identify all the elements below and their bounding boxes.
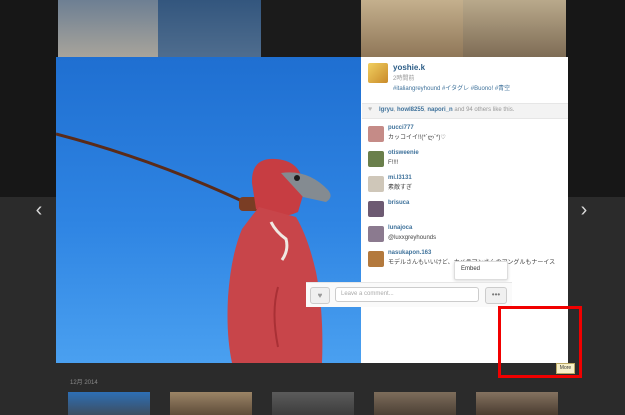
comment-footer: ♥ Leave a comment... ••• (306, 282, 512, 307)
grid-date-label: 12月 2014 (70, 380, 98, 386)
comment: brisuca (362, 198, 568, 223)
grid-thumbnail[interactable] (170, 392, 252, 415)
comment-text: @luxxgreyhounds (388, 235, 437, 241)
embed-menu-item[interactable]: Embed (461, 266, 480, 272)
comment: pucci777 カッコイイ!!(*´ლ`*)♡ (362, 123, 568, 148)
embed-menu: Embed (454, 261, 508, 280)
like-button[interactable]: ♥ (310, 287, 330, 304)
more-options-button[interactable]: ••• (485, 287, 507, 304)
comment-list: pucci777 カッコイイ!!(*´ლ`*)♡ otisweenie F!!!… (362, 123, 568, 273)
post-hashtags[interactable]: #italiangreyhound #イタグレ #Buono! #青空 (393, 83, 510, 92)
comment-input[interactable]: Leave a comment... (335, 287, 479, 302)
comment-text: カッコイイ!!(*´ლ`*)♡ (388, 135, 446, 141)
post-photo (56, 57, 361, 363)
thumbnail[interactable] (361, 0, 463, 57)
comment: otisweenie F!!!! (362, 148, 568, 173)
avatar[interactable] (368, 126, 384, 142)
thumbnail[interactable] (261, 0, 361, 57)
heart-icon: ♥ (317, 291, 323, 300)
comment: lunajoca @luxxgreyhounds (362, 223, 568, 248)
thumbnail[interactable] (463, 0, 566, 57)
grid-thumbnail[interactable] (68, 392, 150, 415)
heart-icon: ♥ (368, 106, 373, 113)
liker-link[interactable]: lgryu (379, 107, 394, 113)
thumbnail[interactable] (158, 0, 261, 57)
grid-thumbnail[interactable] (476, 392, 558, 415)
post-timestamp: 2時間前 (393, 76, 415, 82)
comment-text: 素敵すぎ (388, 185, 413, 191)
avatar[interactable] (368, 226, 384, 242)
likes-bar: ♥ lgryu, howl8255, napori_n and 94 other… (362, 103, 568, 119)
next-arrow-icon[interactable]: › (573, 198, 595, 222)
comment-username[interactable]: mi.l3131 (388, 175, 412, 181)
post-username[interactable]: yoshie.k (393, 63, 425, 72)
likes-text: lgryu, howl8255, napori_n and 94 others … (379, 107, 515, 113)
comment-username[interactable]: brisuca (388, 200, 409, 206)
grid-thumbnail[interactable] (272, 392, 354, 415)
avatar[interactable] (368, 151, 384, 167)
thumbnail-strip (58, 0, 566, 57)
post-header: yoshie.k 2時間前 #italiangreyhound #イタグレ #B… (362, 57, 568, 97)
comment: mi.l3131 素敵すぎ (362, 173, 568, 198)
liker-link[interactable]: napori_n (427, 107, 452, 113)
avatar[interactable] (368, 63, 388, 83)
previous-arrow-icon[interactable]: ‹ (28, 198, 50, 222)
thumbnail[interactable] (58, 0, 158, 57)
comment-username[interactable]: otisweenie (388, 150, 419, 156)
dog-in-red-hoodie-image (56, 132, 331, 363)
comment-username[interactable]: nasukapon.163 (388, 250, 431, 256)
avatar[interactable] (368, 251, 384, 267)
comment-text: F!!!! (388, 160, 399, 166)
comment-username[interactable]: pucci777 (388, 125, 414, 131)
comment-username[interactable]: lunajoca (388, 225, 412, 231)
avatar[interactable] (368, 176, 384, 192)
grid-thumbnail[interactable] (374, 392, 456, 415)
photo-modal: yoshie.k 2時間前 #italiangreyhound #イタグレ #B… (56, 57, 568, 363)
likes-count: and 94 others like this. (454, 107, 515, 113)
photo-grid (68, 392, 558, 415)
highlight-box (498, 306, 582, 378)
liker-link[interactable]: howl8255 (397, 107, 424, 113)
avatar[interactable] (368, 201, 384, 217)
